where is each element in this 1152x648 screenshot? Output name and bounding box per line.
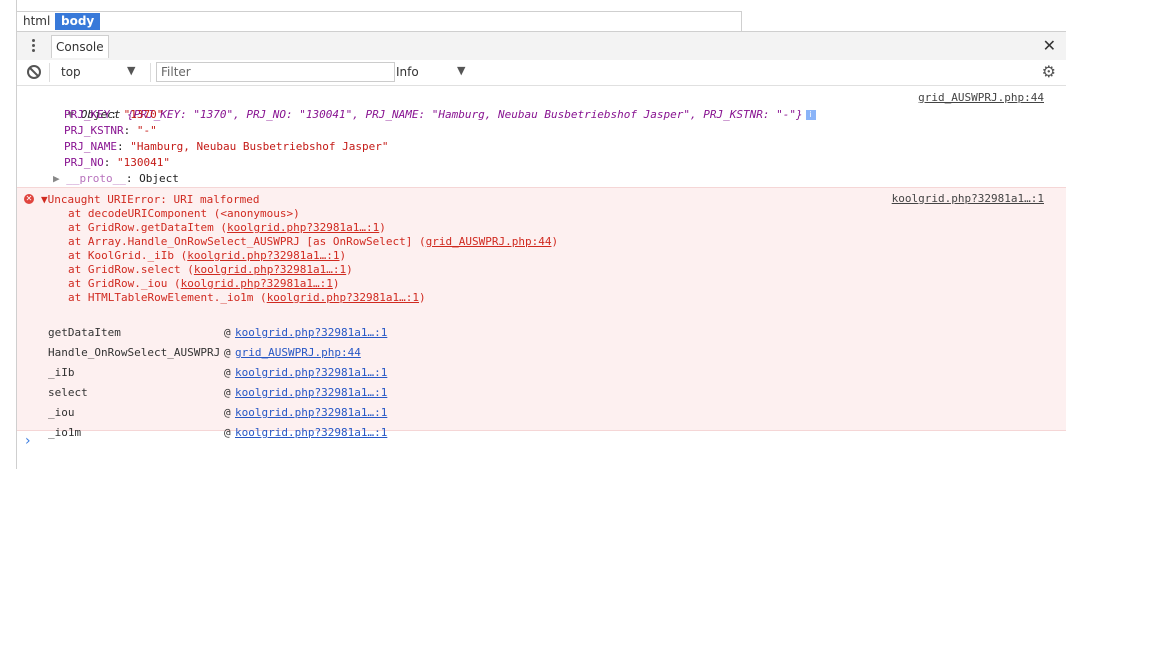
property-key: PRJ_NO (64, 156, 104, 169)
log-level-dropdown-icon[interactable]: ▼ (457, 64, 465, 77)
tab-console[interactable]: Console (51, 35, 109, 58)
log-level-selector[interactable]: Info (396, 65, 419, 79)
toolbar-divider (49, 63, 50, 82)
filter-input[interactable] (156, 62, 395, 82)
property-value: "130041" (117, 156, 170, 169)
stack-link[interactable]: koolgrid.php?32981a1…:1 (227, 221, 379, 234)
property-key: PRJ_NAME (64, 140, 117, 153)
frame-link[interactable]: koolgrid.php?32981a1…:1 (235, 425, 387, 441)
info-icon[interactable]: i (805, 110, 816, 120)
stack-link[interactable]: grid_AUSWPRJ.php:44 (426, 235, 552, 248)
stack-link[interactable]: koolgrid.php?32981a1…:1 (181, 277, 333, 290)
element-breadcrumb: html body (16, 11, 742, 31)
stack-suffix: ) (419, 291, 426, 304)
stack-link[interactable]: koolgrid.php?32981a1…:1 (187, 249, 339, 262)
breadcrumb-html[interactable]: html (18, 13, 55, 30)
stack-text: at KoolGrid._iIb ( (68, 249, 188, 262)
object-log-entry: ▼ Object {PRJ_KEY: "1370", PRJ_NO: "1300… (17, 88, 1066, 187)
breadcrumb-body[interactable]: body (55, 13, 101, 30)
error-log-entry: ✕ ▼Uncaught URIError: URI malformed kool… (17, 187, 1066, 439)
property-row: PRJ_NAME: "Hamburg, Neubau Busbetriebsho… (64, 140, 389, 153)
drawer-tab-bar: Console ✕ (17, 31, 1066, 61)
stack-suffix: ) (339, 249, 347, 262)
stack-suffix: ) (346, 263, 353, 276)
proto-row[interactable]: ▶ __proto__: Object (53, 171, 179, 187)
stack-suffix: ) (379, 221, 386, 234)
expand-triangle-icon[interactable]: ▶ (53, 172, 60, 185)
error-icon: ✕ (24, 194, 34, 204)
close-icon[interactable]: ✕ (1043, 35, 1056, 57)
stack-text: at decodeURIComponent (<anonymous>) (68, 207, 300, 220)
property-key: PRJ_KSTNR (64, 124, 124, 137)
stack-line: at HTMLTableRowElement._io1m (koolgrid.p… (68, 290, 426, 306)
property-row: PRJ_NO: "130041" (64, 156, 170, 169)
context-selector[interactable]: top (61, 65, 81, 79)
object-source-link[interactable]: grid_AUSWPRJ.php:44 (918, 91, 1044, 104)
stack-text: at HTMLTableRowElement._io1m ( (68, 291, 267, 304)
property-row: PRJ_KEY: "1370" (64, 108, 164, 121)
frame-name: _io1m (48, 426, 82, 439)
error-message: Uncaught URIError: URI malformed (47, 193, 260, 206)
collapse-triangle-icon[interactable]: ▼ (41, 193, 48, 206)
stack-suffix: ) (332, 277, 340, 290)
stack-suffix: ) (551, 235, 559, 248)
property-value: "1370" (123, 108, 164, 121)
proto-key: __proto__ (66, 172, 126, 185)
stack-text: at GridRow.select ( (68, 263, 194, 276)
proto-value: Object (139, 172, 179, 185)
property-row: PRJ_KSTNR: "-" (64, 124, 157, 137)
context-dropdown-icon[interactable]: ▼ (127, 64, 135, 77)
stack-text: at GridRow.getDataItem ( (68, 221, 227, 234)
error-source-link[interactable]: koolgrid.php?32981a1…:1 (892, 192, 1044, 205)
clear-console-icon[interactable] (27, 65, 41, 79)
frame-row: _io1m @ koolgrid.php?32981a1…:1 (17, 409, 1066, 457)
property-value: "-" (136, 124, 157, 137)
object-summary-text: {PRJ_KEY: "1370", PRJ_NO: "130041", PRJ_… (127, 108, 803, 121)
stack-text: at Array.Handle_OnRowSelect_AUSWPRJ [as … (68, 235, 426, 248)
toolbar-divider (150, 63, 151, 82)
console-prompt[interactable]: › (25, 433, 31, 449)
more-options-icon[interactable] (27, 38, 39, 54)
stack-link[interactable]: koolgrid.php?32981a1…:1 (194, 263, 346, 276)
frame-at: @ (224, 426, 231, 439)
console-toolbar: top ▼ Info ▼ ⚙ (17, 60, 1066, 86)
property-value: "Hamburg, Neubau Busbetriebshof Jasper" (130, 140, 389, 153)
stack-link[interactable]: koolgrid.php?32981a1…:1 (267, 291, 419, 304)
property-key: PRJ_KEY (64, 108, 111, 121)
stack-text: at GridRow._iou ( (68, 277, 181, 290)
gear-icon[interactable]: ⚙ (1042, 62, 1056, 81)
